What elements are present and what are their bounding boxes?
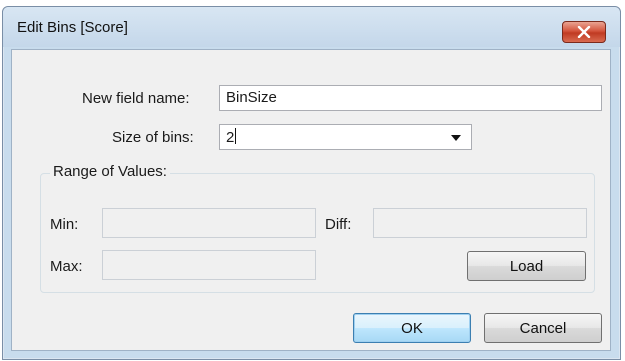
load-button[interactable]: Load xyxy=(467,251,586,281)
diff-field xyxy=(373,208,587,238)
ok-button[interactable]: OK xyxy=(353,313,471,343)
cancel-button[interactable]: Cancel xyxy=(484,313,602,343)
dialog-body: New field name: BinSize Size of bins: 2 … xyxy=(11,49,611,351)
range-legend: Range of Values: xyxy=(50,163,170,180)
bin-size-value: 2 xyxy=(226,129,235,146)
text-cursor xyxy=(235,128,237,144)
chevron-down-icon[interactable] xyxy=(451,135,461,141)
bin-size-combobox[interactable]: 2 xyxy=(219,124,472,150)
close-icon xyxy=(577,26,591,38)
close-button[interactable] xyxy=(562,21,606,43)
edit-bins-dialog: Edit Bins [Score] New field name: BinSiz… xyxy=(2,6,621,360)
title-bar[interactable]: Edit Bins [Score] xyxy=(3,7,620,47)
field-name-value: BinSize xyxy=(226,89,277,106)
field-name-label: New field name: xyxy=(82,90,190,107)
min-field xyxy=(102,208,316,238)
bin-size-label: Size of bins: xyxy=(112,129,194,146)
field-name-input[interactable]: BinSize xyxy=(219,85,602,111)
max-field xyxy=(102,250,316,280)
max-label: Max: xyxy=(50,258,83,275)
diff-label: Diff: xyxy=(325,216,352,233)
dialog-title: Edit Bins [Score] xyxy=(17,19,128,36)
min-label: Min: xyxy=(50,216,79,233)
